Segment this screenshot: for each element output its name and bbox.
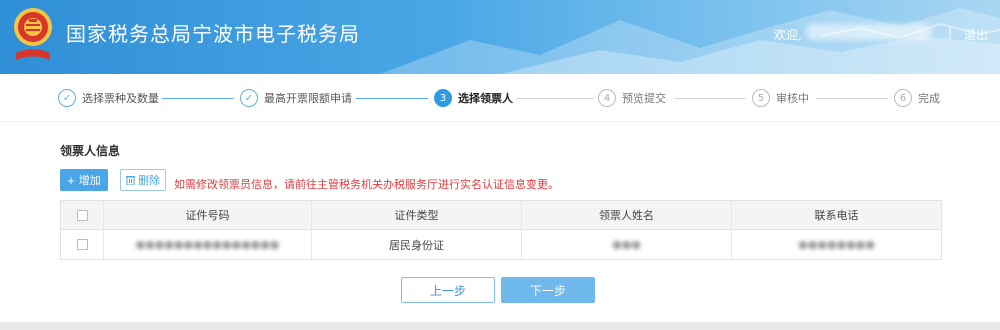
recipient-name-cell: ●●● [522,230,732,259]
phone-redacted: ●●●●●●●● [798,238,875,251]
step-label: 选择领票人 [458,92,513,105]
column-header: 证件类型 [312,201,522,229]
progress-steps: ✓ 选择票种及数量 ✓ 最高开票限额申请 3 选择领票人 4 预览提交 5 审核… [0,74,1000,122]
table-row[interactable]: ●●●●●●●●●●●●●●● 居民身份证 ●●● ●●●●●●●● [61,230,941,259]
phone-cell: ●●●●●●●● [732,230,941,259]
recipient-table: 证件号码 证件类型 领票人姓名 联系电话 ●●●●●●●●●●●●●●● 居民身… [60,200,942,260]
step-number: 4 [598,89,616,107]
check-icon: ✓ [58,89,76,107]
id-number-redacted: ●●●●●●●●●●●●●●● [135,238,280,251]
delete-button-label: 删除 [138,175,160,187]
delete-button[interactable]: 删除 [120,169,166,191]
username-redacted [806,24,932,40]
id-number-cell: ●●●●●●●●●●●●●●● [104,230,312,259]
step-label: 预览提交 [622,92,666,105]
add-button-label: 增加 [78,175,101,187]
step-label: 最高开票限额申请 [264,92,352,105]
next-step-button[interactable]: 下一步 [501,277,595,303]
step-connector [162,98,234,99]
column-header: 联系电话 [814,209,859,222]
step-number: 5 [752,89,770,107]
row-checkbox-cell [61,230,104,259]
step-limit-apply: ✓ 最高开票限额申请 [240,87,352,109]
tax-emblem-logo [14,8,52,60]
column-header: 证件号码 [104,201,312,229]
logout-link[interactable]: 退出 [964,26,988,43]
check-icon: ✓ [240,89,258,107]
plus-icon: + [67,172,75,188]
welcome-text: 欢迎, [774,28,802,42]
notice-text: 如需修改领票员信息，请前往主管税务机关办税服务厅进行实名认证信息变更。 [174,178,559,191]
step-label: 完成 [918,92,940,105]
site-title: 国家税务总局宁波市电子税务局 [66,22,360,46]
step-connector [674,98,746,99]
step-select-recipient: 3 选择领票人 [434,87,513,109]
select-all-checkbox[interactable] [76,209,88,221]
step-connector [816,98,888,99]
prev-step-button[interactable]: 上一步 [401,277,495,303]
id-type-cell: 居民身份证 [312,230,522,259]
section-title: 领票人信息 [60,144,121,158]
step-number: 3 [434,89,452,107]
step-number: 6 [894,89,912,107]
add-button[interactable]: + 增加 [60,169,108,191]
step-select-ticket: ✓ 选择票种及数量 [58,87,159,109]
step-connector [356,98,428,99]
step-complete: 6 完成 [894,87,940,109]
step-reviewing: 5 审核中 [752,87,809,109]
step-label: 选择票种及数量 [82,92,159,105]
step-label: 审核中 [776,92,809,105]
step-connector [516,98,594,99]
bottom-bar [0,322,1000,330]
step-preview-submit: 4 预览提交 [598,87,666,109]
trash-icon [126,176,135,185]
header-separator: | [948,25,953,39]
column-header: 领票人姓名 [522,201,732,229]
table-header-row: 证件号码 证件类型 领票人姓名 联系电话 [61,201,941,230]
header-checkbox-cell [61,201,104,229]
row-checkbox[interactable] [76,239,88,250]
recipient-name-redacted: ●●● [612,238,641,251]
site-header: 国家税务总局宁波市电子税务局 欢迎, | 退出 [0,0,1000,74]
